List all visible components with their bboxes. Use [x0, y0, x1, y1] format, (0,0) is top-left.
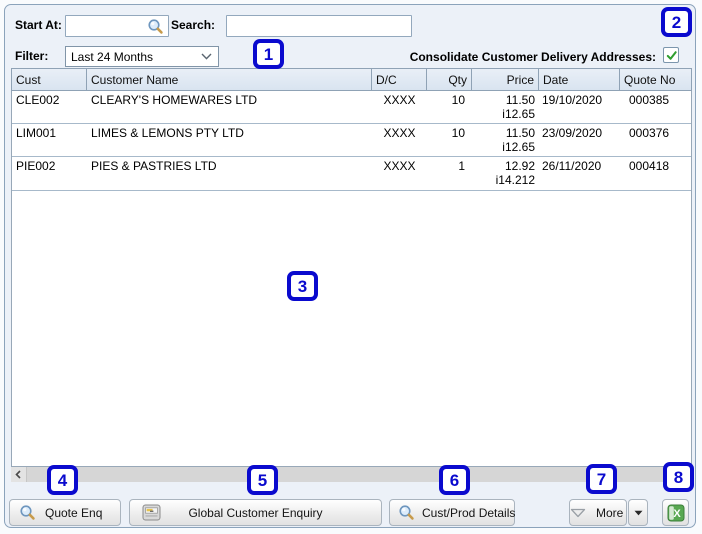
cell-cust: LIM001	[16, 126, 57, 140]
table-row[interactable]: LIM001 LIMES & LEMONS PTY LTD XXXX 10 11…	[12, 124, 691, 157]
filter-label: Filter:	[15, 49, 49, 63]
cell-date: 19/10/2020	[542, 93, 603, 107]
cell-cust: PIE002	[16, 159, 56, 173]
price-inc: i12.65	[502, 107, 535, 121]
quote-enq-label: Quote Enq	[45, 505, 103, 520]
filter-dropdown[interactable]: Last 24 Months	[65, 46, 219, 67]
cell-quote-no: 000385	[629, 93, 670, 107]
dropdown-arrow-icon	[634, 510, 643, 516]
cell-customer-name: LIMES & LEMONS PTY LTD	[91, 126, 244, 140]
annotation-badge-4: 4	[47, 465, 78, 495]
cell-price: 12.92 i14.212	[472, 157, 539, 190]
cell-qty: 1	[458, 159, 465, 173]
card-file-icon	[142, 504, 161, 521]
cell-date: 26/11/2020	[542, 159, 602, 173]
cell-quote-no: 000418	[629, 159, 670, 173]
annotation-badge-7: 7	[586, 464, 617, 494]
more-dropdown-button[interactable]	[628, 499, 648, 526]
annotation-badge-1: 1	[253, 39, 284, 69]
cell-qty: 10	[451, 93, 465, 107]
cell-dc: XXXX	[383, 126, 416, 140]
cell-qty: 10	[451, 126, 465, 140]
chevron-down-icon	[201, 53, 212, 60]
magnifier-icon	[398, 504, 415, 521]
cell-price: 11.50 i12.65	[472, 124, 539, 156]
cell-cust: CLE002	[16, 93, 60, 107]
main-panel: Start At: Search: Filter: Last 24 Months…	[4, 4, 696, 528]
column-header-qty[interactable]: Qty	[427, 69, 472, 90]
scroll-left-arrow-icon[interactable]	[11, 467, 27, 482]
price-ex: 12.92	[504, 159, 535, 173]
cust-prod-details-button[interactable]: Cust/Prod Details	[389, 499, 515, 526]
table-row[interactable]: PIE002 PIES & PASTRIES LTD XXXX 1 12.92 …	[12, 157, 691, 191]
filter-dropdown-value: Last 24 Months	[71, 49, 154, 64]
start-at-search-icon[interactable]	[146, 17, 164, 35]
quote-table-body: CLE002 CLEARY'S HOMEWARES LTD XXXX 10 11…	[11, 91, 692, 467]
search-input[interactable]	[226, 15, 412, 37]
column-header-date[interactable]: Date	[539, 69, 620, 90]
global-customer-enquiry-button[interactable]: Global Customer Enquiry	[129, 499, 382, 526]
more-label: More	[596, 505, 624, 520]
price-ex: 11.50	[505, 93, 535, 107]
table-row[interactable]: CLE002 CLEARY'S HOMEWARES LTD XXXX 10 11…	[12, 91, 691, 124]
price-ex: 11.50	[505, 126, 535, 140]
annotation-badge-2: 2	[661, 7, 692, 37]
cell-date: 23/09/2020	[542, 126, 603, 140]
annotation-badge-3: 3	[287, 271, 318, 301]
global-customer-enquiry-label: Global Customer Enquiry	[188, 505, 323, 520]
start-at-label: Start At:	[15, 18, 62, 32]
annotation-badge-5: 5	[247, 465, 278, 495]
consolidate-label: Consolidate Customer Delivery Addresses:	[409, 50, 656, 64]
search-label: Search:	[171, 18, 216, 32]
excel-icon: X	[667, 504, 685, 522]
cust-prod-details-label: Cust/Prod Details	[422, 505, 516, 520]
column-header-price[interactable]: Price	[472, 69, 539, 90]
table-header: Cust Customer Name D/C Qty Price Date Qu…	[11, 68, 692, 91]
cell-customer-name: PIES & PASTRIES LTD	[91, 159, 217, 173]
more-button[interactable]: More	[569, 499, 627, 526]
column-header-cust[interactable]: Cust	[12, 69, 87, 90]
price-inc: i12.65	[502, 140, 535, 154]
cell-dc: XXXX	[383, 93, 416, 107]
checkmark-icon	[665, 49, 678, 62]
cell-dc: XXXX	[383, 159, 416, 173]
price-inc: i14.212	[495, 173, 535, 187]
annotation-badge-6: 6	[439, 465, 470, 495]
consolidate-checkbox[interactable]	[663, 47, 679, 63]
column-header-quote-no[interactable]: Quote No	[620, 69, 692, 90]
cell-quote-no: 000376	[629, 126, 670, 140]
magnifier-icon	[19, 504, 36, 521]
quote-enq-button[interactable]: Quote Enq	[9, 499, 121, 526]
annotation-badge-8: 8	[663, 462, 694, 492]
cell-price: 11.50 i12.65	[472, 91, 539, 123]
svg-text:X: X	[673, 508, 681, 520]
column-header-customer-name[interactable]: Customer Name	[87, 69, 372, 90]
column-header-dc[interactable]: D/C	[372, 69, 427, 90]
cell-customer-name: CLEARY'S HOMEWARES LTD	[91, 93, 258, 107]
filter-funnel-icon	[570, 508, 586, 518]
export-excel-button[interactable]: X	[662, 499, 689, 526]
